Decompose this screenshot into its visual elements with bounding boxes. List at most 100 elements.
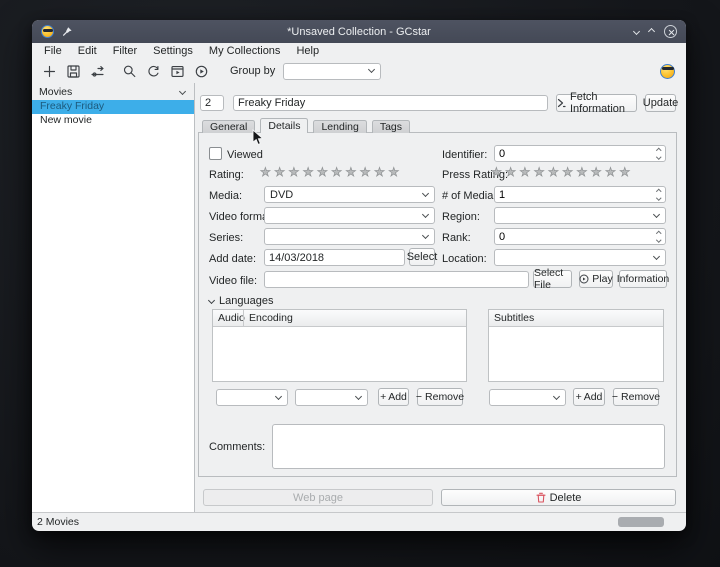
title-field[interactable] [233,95,548,111]
collection-header[interactable]: Movies [32,83,194,100]
num-media-label: # of Media: [442,190,496,202]
menu-file[interactable]: File [36,43,70,59]
series-select[interactable] [264,228,435,245]
spin-down-icon[interactable] [656,237,661,242]
audio-languages-table[interactable]: Audio Encoding [212,309,467,382]
menu-help[interactable]: Help [288,43,327,59]
video-file-label: Video file: [209,275,257,287]
add-date-field[interactable] [264,249,405,266]
list-item-freaky-friday[interactable]: Freaky Friday [32,100,194,114]
rank-spinbox[interactable] [494,228,666,245]
subtitle-add-button[interactable]: +Add [573,388,605,406]
spin-up-icon[interactable] [656,148,661,153]
add-icon[interactable] [41,63,57,79]
collection-header-label: Movies [39,86,72,98]
num-media-value[interactable] [495,187,665,202]
encoding-column-header[interactable]: Encoding [243,310,466,326]
toolbar: Group by [32,59,686,83]
menu-my-collections[interactable]: My Collections [201,43,289,59]
chevron-down-icon [208,296,215,303]
chevron-down-icon [653,252,660,259]
maximize-icon[interactable] [648,28,655,35]
press-rating-stars[interactable]: ★★★★★★★★★★ [491,166,634,178]
rating-stars[interactable]: ★★★★★★★★★★ [260,166,403,178]
subtitle-language-select[interactable] [489,389,566,406]
panel-play-icon[interactable] [169,63,185,79]
id-field[interactable] [200,95,224,111]
select-file-button[interactable]: Select File [533,270,572,288]
remove-label: Remove [621,391,660,403]
menubar: File Edit Filter Settings My Collections… [32,43,686,59]
series-label: Series: [209,232,243,244]
fetch-information-button[interactable]: Fetch Information [556,94,637,112]
identifier-spinbox[interactable] [494,145,666,162]
chevron-down-icon [553,392,560,399]
spin-down-icon[interactable] [656,195,661,200]
region-select[interactable] [494,207,666,224]
subtitles-column-header[interactable]: Subtitles [489,310,663,326]
pin-icon[interactable] [62,26,73,37]
audio-column-header[interactable]: Audio [213,310,243,326]
rank-value[interactable] [495,229,665,244]
viewed-checkbox[interactable] [209,147,222,160]
comments-textarea[interactable] [272,424,665,469]
search-icon[interactable] [121,63,137,79]
delete-button[interactable]: Delete [441,489,676,506]
plus-icon: + [576,391,582,403]
languages-expander[interactable]: Languages [209,295,273,307]
chevron-down-icon [422,231,429,238]
information-button[interactable]: Information [619,270,667,288]
desktop-background: *Unsaved Collection - GCstar File Edit F… [0,0,720,567]
menu-settings[interactable]: Settings [145,43,201,59]
fetch-information-label: Fetch Information [570,91,636,115]
menu-filter[interactable]: Filter [105,43,145,59]
web-page-button[interactable]: Web page [203,489,433,506]
select-date-button[interactable]: Select [409,248,435,266]
play-circle-icon[interactable] [193,63,209,79]
subtitle-remove-button[interactable]: −Remove [613,388,659,406]
tab-tags[interactable]: Tags [372,120,410,133]
spin-up-icon[interactable] [656,189,661,194]
tab-bar: General Details Lending Tags [202,118,410,133]
group-by-select[interactable] [283,63,381,80]
comments-label: Comments: [209,441,265,453]
media-label: Media: [209,190,242,202]
media-select[interactable]: DVD [264,186,435,203]
identifier-value[interactable] [495,146,665,161]
list-item-new-movie[interactable]: New movie [32,114,194,128]
tab-lending[interactable]: Lending [313,120,366,133]
add-date-label: Add date: [209,253,256,265]
spin-down-icon[interactable] [656,154,661,159]
menu-edit[interactable]: Edit [70,43,105,59]
close-icon[interactable] [664,25,677,38]
refresh-icon[interactable] [145,63,161,79]
sidebar: Movies Freaky Friday New movie [32,83,195,512]
tab-general[interactable]: General [202,120,255,133]
status-count: 2 Movies [37,516,79,528]
audio-add-button[interactable]: +Add [378,388,409,406]
video-format-select[interactable] [264,207,435,224]
tab-details[interactable]: Details [260,118,308,133]
trash-icon [536,492,546,503]
gcstar-app-icon[interactable] [41,25,54,38]
audio-encoding-select[interactable] [295,389,368,406]
update-button[interactable]: Update [645,94,676,112]
video-file-field[interactable] [264,271,529,288]
save-icon[interactable] [65,63,81,79]
location-select[interactable] [494,249,666,266]
chevron-down-icon [653,210,660,217]
export-icon[interactable] [89,63,105,79]
location-label: Location: [442,253,487,265]
play-button[interactable]: Play [579,270,613,288]
subtitles-table[interactable]: Subtitles [488,309,664,382]
mouse-cursor [252,129,264,151]
titlebar: *Unsaved Collection - GCstar [32,20,686,43]
audio-language-select[interactable] [216,389,288,406]
horizontal-scrollbar-thumb[interactable] [618,517,664,527]
rank-label: Rank: [442,232,471,244]
minimize-icon[interactable] [633,28,640,35]
identifier-label: Identifier: [442,149,487,161]
audio-remove-button[interactable]: −Remove [417,388,463,406]
num-media-spinbox[interactable] [494,186,666,203]
spin-up-icon[interactable] [656,231,661,236]
